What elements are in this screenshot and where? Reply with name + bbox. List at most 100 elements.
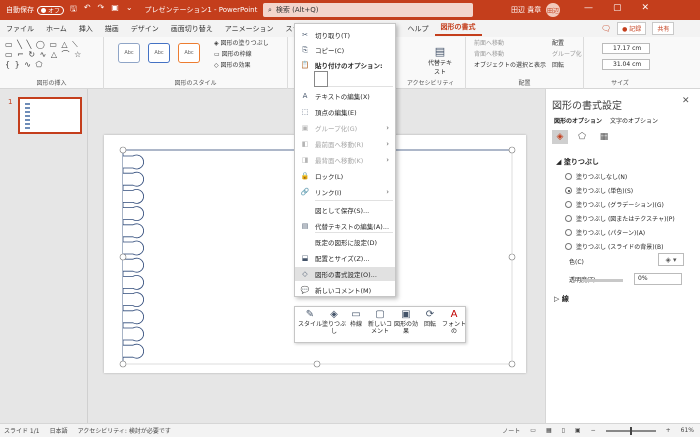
selection-pane-button[interactable]: オブジェクトの選択と表示 [474,60,546,71]
normal-view-icon[interactable]: ▭ [530,427,536,434]
line-section-header[interactable]: ▷ 線 [554,294,569,304]
fill-option-radio[interactable]: 塗りつぶし (グラデーション)(G) [565,200,664,209]
style-preset-2[interactable]: Abc [148,43,170,63]
context-menu-item[interactable]: 🔗 リンク(I) › [295,185,395,199]
qat-more-icon[interactable]: ⌄ [126,3,133,17]
paste-option-icon[interactable] [314,71,328,87]
maximize-button[interactable]: ▢ [613,3,622,13]
minimize-button[interactable]: — [584,3,593,13]
fill-option-radio[interactable]: 塗りつぶし (スライドの背景)(B) [565,242,663,251]
comments-icon[interactable]: 🗨 [601,24,611,33]
autosave-label: 自動保存 [6,6,34,14]
tab-home[interactable]: ホーム [40,24,73,34]
search-input[interactable]: ⌕ 検索 (Alt+Q) [263,3,473,17]
redo-icon[interactable]: ↷ [98,3,105,17]
mini-toolbar-button[interactable]: A フォントの [441,309,467,335]
transparency-input[interactable]: 0% [634,273,682,285]
color-picker-button[interactable]: ◈ ▾ [658,253,684,266]
share-button[interactable]: 共有 [652,22,675,35]
undo-icon[interactable]: ↶ [84,3,91,17]
close-icon[interactable]: ✕ [682,96,690,106]
style-preset-1[interactable]: Abc [118,43,140,63]
tab-animations[interactable]: アニメーション [219,24,280,34]
mini-toolbar-button[interactable]: ▢ 新しいコメント [367,309,393,335]
mini-toolbar-button[interactable]: ▣ 図形の効果 [393,309,419,335]
language-indicator[interactable]: 日本語 [50,426,68,435]
tab-design[interactable]: デザイン [125,24,165,34]
fill-option-radio[interactable]: 塗りつぶし (単色)(S) [565,186,633,195]
context-menu-item[interactable]: 📋 貼り付けのオプション: [295,58,395,72]
height-input[interactable]: 17.17 cm [602,43,650,54]
context-menu-item[interactable]: ▣ グループ化(G) › [295,121,395,135]
avatar[interactable]: 田辺 [546,3,560,17]
send-backward-button[interactable]: 背面へ移動 [474,49,546,60]
size-properties-icon[interactable]: ▦ [596,130,612,144]
zoom-in-icon[interactable]: + [666,427,671,434]
width-input[interactable]: 31.04 cm [602,59,650,70]
shape-outline-button[interactable]: ▭ 図形の枠線 [214,49,269,60]
fill-option-radio[interactable]: 塗りつぶし (図またはテクスチャ)(P) [565,214,675,223]
fill-line-icon[interactable]: ◈ [552,130,568,144]
tab-text-options[interactable]: 文字のオプション [610,116,658,125]
effects-icon[interactable]: ⬠ [574,130,590,144]
autosave-toggle[interactable]: オフ [37,5,65,15]
context-menu-item[interactable]: 💬 新しいコメント(M) [295,283,395,297]
context-menu-item[interactable]: ◇ 図形の書式設定(O)... [295,267,395,281]
zoom-out-icon[interactable]: − [591,427,596,434]
context-menu-item[interactable]: 既定の図形に設定(D) [295,235,395,249]
align-button[interactable]: 配置 [552,38,582,49]
tab-shape-format[interactable]: 図形の書式 [434,22,482,36]
shape-effects-button[interactable]: ◇ 図形の効果 [214,60,269,71]
shape-fill-button[interactable]: ◈ 図形の塗りつぶし [214,38,269,49]
fill-option-radio[interactable]: 塗りつぶしなし(N) [565,172,627,181]
tab-insert[interactable]: 挿入 [73,24,99,34]
save-icon[interactable]: 🖫 [70,3,77,17]
resize-handle[interactable] [119,253,127,261]
tab-help[interactable]: ヘルプ [402,24,435,34]
resize-handle[interactable] [508,253,516,261]
slideshow-icon[interactable]: ▣ [575,427,581,434]
tab-draw[interactable]: 描画 [99,24,125,34]
context-menu-item[interactable]: A テキストの編集(X) [295,89,395,103]
alt-text-button[interactable]: ▤ 代替テキスト [426,45,454,76]
user-name[interactable]: 田辺 貴章 [511,5,541,15]
zoom-slider[interactable] [605,426,656,435]
fill-section-header[interactable]: ◢ 塗りつぶし [556,157,599,167]
mini-toolbar-button[interactable]: ✎ スタイル [297,309,323,328]
resize-handle[interactable] [508,146,516,154]
close-button[interactable]: ✕ [642,3,650,13]
shapes-gallery[interactable]: ▭ ╲ ╲ ◯ ▭ △ ⟍ ▭ ⌐ ↻ ∿ △ ⌒ ☆{ } ∿ ⬠ [5,40,95,70]
context-menu-item[interactable]: ◧ 最前面へ移動(R) › [295,137,395,151]
resize-handle[interactable] [508,360,516,368]
group-button[interactable]: グループ化 [552,49,582,60]
fill-option-radio[interactable]: 塗りつぶし (パターン)(A) [565,228,645,237]
zoom-level[interactable]: 61% [681,427,694,434]
start-slideshow-icon[interactable]: ▣ [111,3,119,17]
bring-forward-button[interactable]: 前面へ移動 [474,38,546,49]
slide-sorter-icon[interactable]: ▦ [546,427,552,434]
context-menu-item[interactable]: 🔒 ロック(L) [295,169,395,183]
tab-transitions[interactable]: 画面切り替え [165,24,219,34]
context-menu-item[interactable]: ✂ 切り取り(T) [295,28,395,42]
context-menu-item[interactable]: 図として保存(S)... [295,203,395,217]
mini-toolbar-button[interactable]: ▭ 枠線 [343,309,369,328]
reading-view-icon[interactable]: ▯ [562,427,565,434]
rotate-button[interactable]: 回転 [552,60,582,71]
notes-button[interactable]: ノート [502,426,520,435]
style-preset-3[interactable]: Abc [178,43,200,63]
record-button[interactable]: ● 記録 [617,22,647,35]
resize-handle[interactable] [313,360,321,368]
context-menu-item[interactable]: ⬚ 頂点の編集(E) [295,105,395,119]
tab-shape-options[interactable]: 図形のオプション [554,116,602,125]
tab-file[interactable]: ファイル [0,24,40,34]
transparency-slider[interactable] [583,279,623,282]
context-menu-item[interactable]: ◨ 最背面へ移動(K) › [295,153,395,167]
resize-handle[interactable] [119,360,127,368]
resize-handle[interactable] [119,146,127,154]
context-menu-item[interactable]: ⎘ コピー(C) [295,43,395,57]
context-menu-item[interactable]: ⬓ 配置とサイズ(Z)... [295,251,395,265]
mini-toolbar-button[interactable]: ⟳ 回転 [417,309,443,328]
accessibility-status[interactable]: アクセシビリティ: 検討が必要です [78,426,171,435]
slide-thumbnail[interactable] [18,97,82,134]
context-menu-item[interactable]: ▤ 代替テキストの編集(A)... [295,219,395,233]
